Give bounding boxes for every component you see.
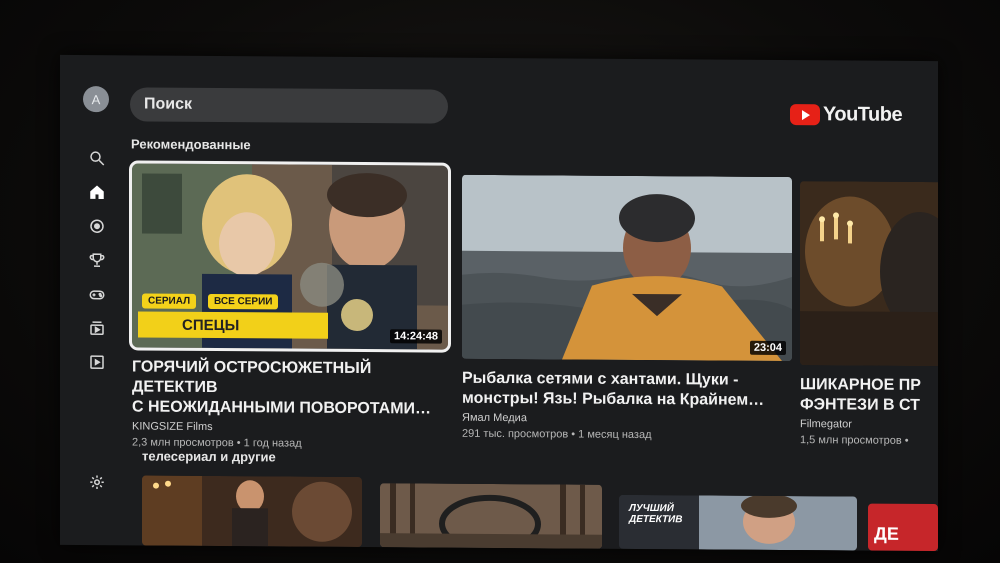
section-title-series: телесериал и другие — [142, 448, 276, 465]
subscriptions-icon[interactable] — [88, 319, 106, 337]
video-meta-2: 291 тыс. просмотров • 1 месяц назад — [462, 427, 652, 442]
series-tile-4[interactable]: ДЕ — [868, 503, 938, 552]
video-title-2: Рыбалка сетями с хантами. Щуки - монстры… — [462, 369, 765, 409]
video-card-1[interactable]: СЕРИАЛ ВСЕ СЕРИИ СПЕЦЫ 14:24:48 ГОРЯЧИЙ … — [129, 160, 451, 450]
youtube-logo: YouTube — [790, 103, 902, 126]
search-input[interactable]: Поиск — [130, 87, 448, 124]
tile-4-title: ДЕ — [874, 523, 899, 544]
gaming-icon[interactable] — [88, 285, 106, 303]
video-duration-1: 14:24:48 — [389, 329, 442, 344]
library-icon[interactable] — [88, 353, 106, 371]
video-thumbnail-1[interactable]: СЕРИАЛ ВСЕ СЕРИИ СПЕЦЫ 14:24:48 — [129, 160, 451, 353]
video-meta-3: 1,5 млн просмотров • — [800, 434, 909, 447]
video-channel-1: KINGSIZE Films — [132, 420, 213, 434]
video-card-2[interactable]: 23:04 Рыбалка сетями с хантами. Щуки - м… — [462, 174, 792, 442]
tv-screen: A Поиск YouTube Рекомендованные СЕРИАЛ В… — [60, 54, 938, 552]
avatar[interactable]: A — [83, 86, 109, 113]
video-channel-2: Ямал Медиа — [462, 411, 527, 425]
video-channel-3: Filmegator — [800, 418, 852, 431]
tag-all-episodes: ВСЕ СЕРИИ — [208, 293, 279, 310]
shorts-icon[interactable] — [88, 217, 106, 235]
youtube-play-icon — [790, 103, 820, 125]
series-tile-3[interactable]: ЛУЧШИЙ ДЕТЕКТИВ — [619, 494, 857, 551]
search-label: Поиск — [144, 95, 193, 113]
search-icon[interactable] — [88, 149, 106, 167]
tag-serial: СЕРИАЛ — [142, 293, 197, 309]
series-tile-1[interactable] — [142, 475, 362, 548]
series-tile-2[interactable] — [380, 483, 602, 549]
video-thumbnail-3[interactable] — [800, 181, 938, 367]
video-card-3[interactable]: ШИКАРНОЕ ПР ФЭНТЕЗИ В СТ Filmegator 1,5 … — [800, 181, 938, 447]
thumbnail-image-fantasy — [800, 181, 938, 367]
title-banner: СПЕЦЫ — [138, 311, 328, 339]
youtube-wordmark: YouTube — [823, 102, 903, 126]
video-title-1: ГОРЯЧИЙ ОСТРОСЮЖЕТНЫЙ ДЕТЕКТИВ С НЕОЖИДА… — [132, 358, 432, 418]
section-title-recommended: Рекомендованные — [131, 136, 251, 153]
tile-image-1 — [142, 475, 362, 548]
tile-image-2 — [380, 483, 602, 549]
home-icon[interactable] — [88, 183, 106, 201]
trophy-icon[interactable] — [88, 251, 106, 269]
tile-3-title: ЛУЧШИЙ ДЕТЕКТИВ — [629, 502, 683, 526]
video-duration-2: 23:04 — [749, 340, 786, 356]
video-title-3: ШИКАРНОЕ ПР ФЭНТЕЗИ В СТ — [800, 376, 921, 414]
thumbnail-image-fishing — [462, 174, 792, 362]
video-thumbnail-2[interactable]: 23:04 — [462, 174, 792, 362]
settings-icon[interactable] — [88, 473, 106, 491]
